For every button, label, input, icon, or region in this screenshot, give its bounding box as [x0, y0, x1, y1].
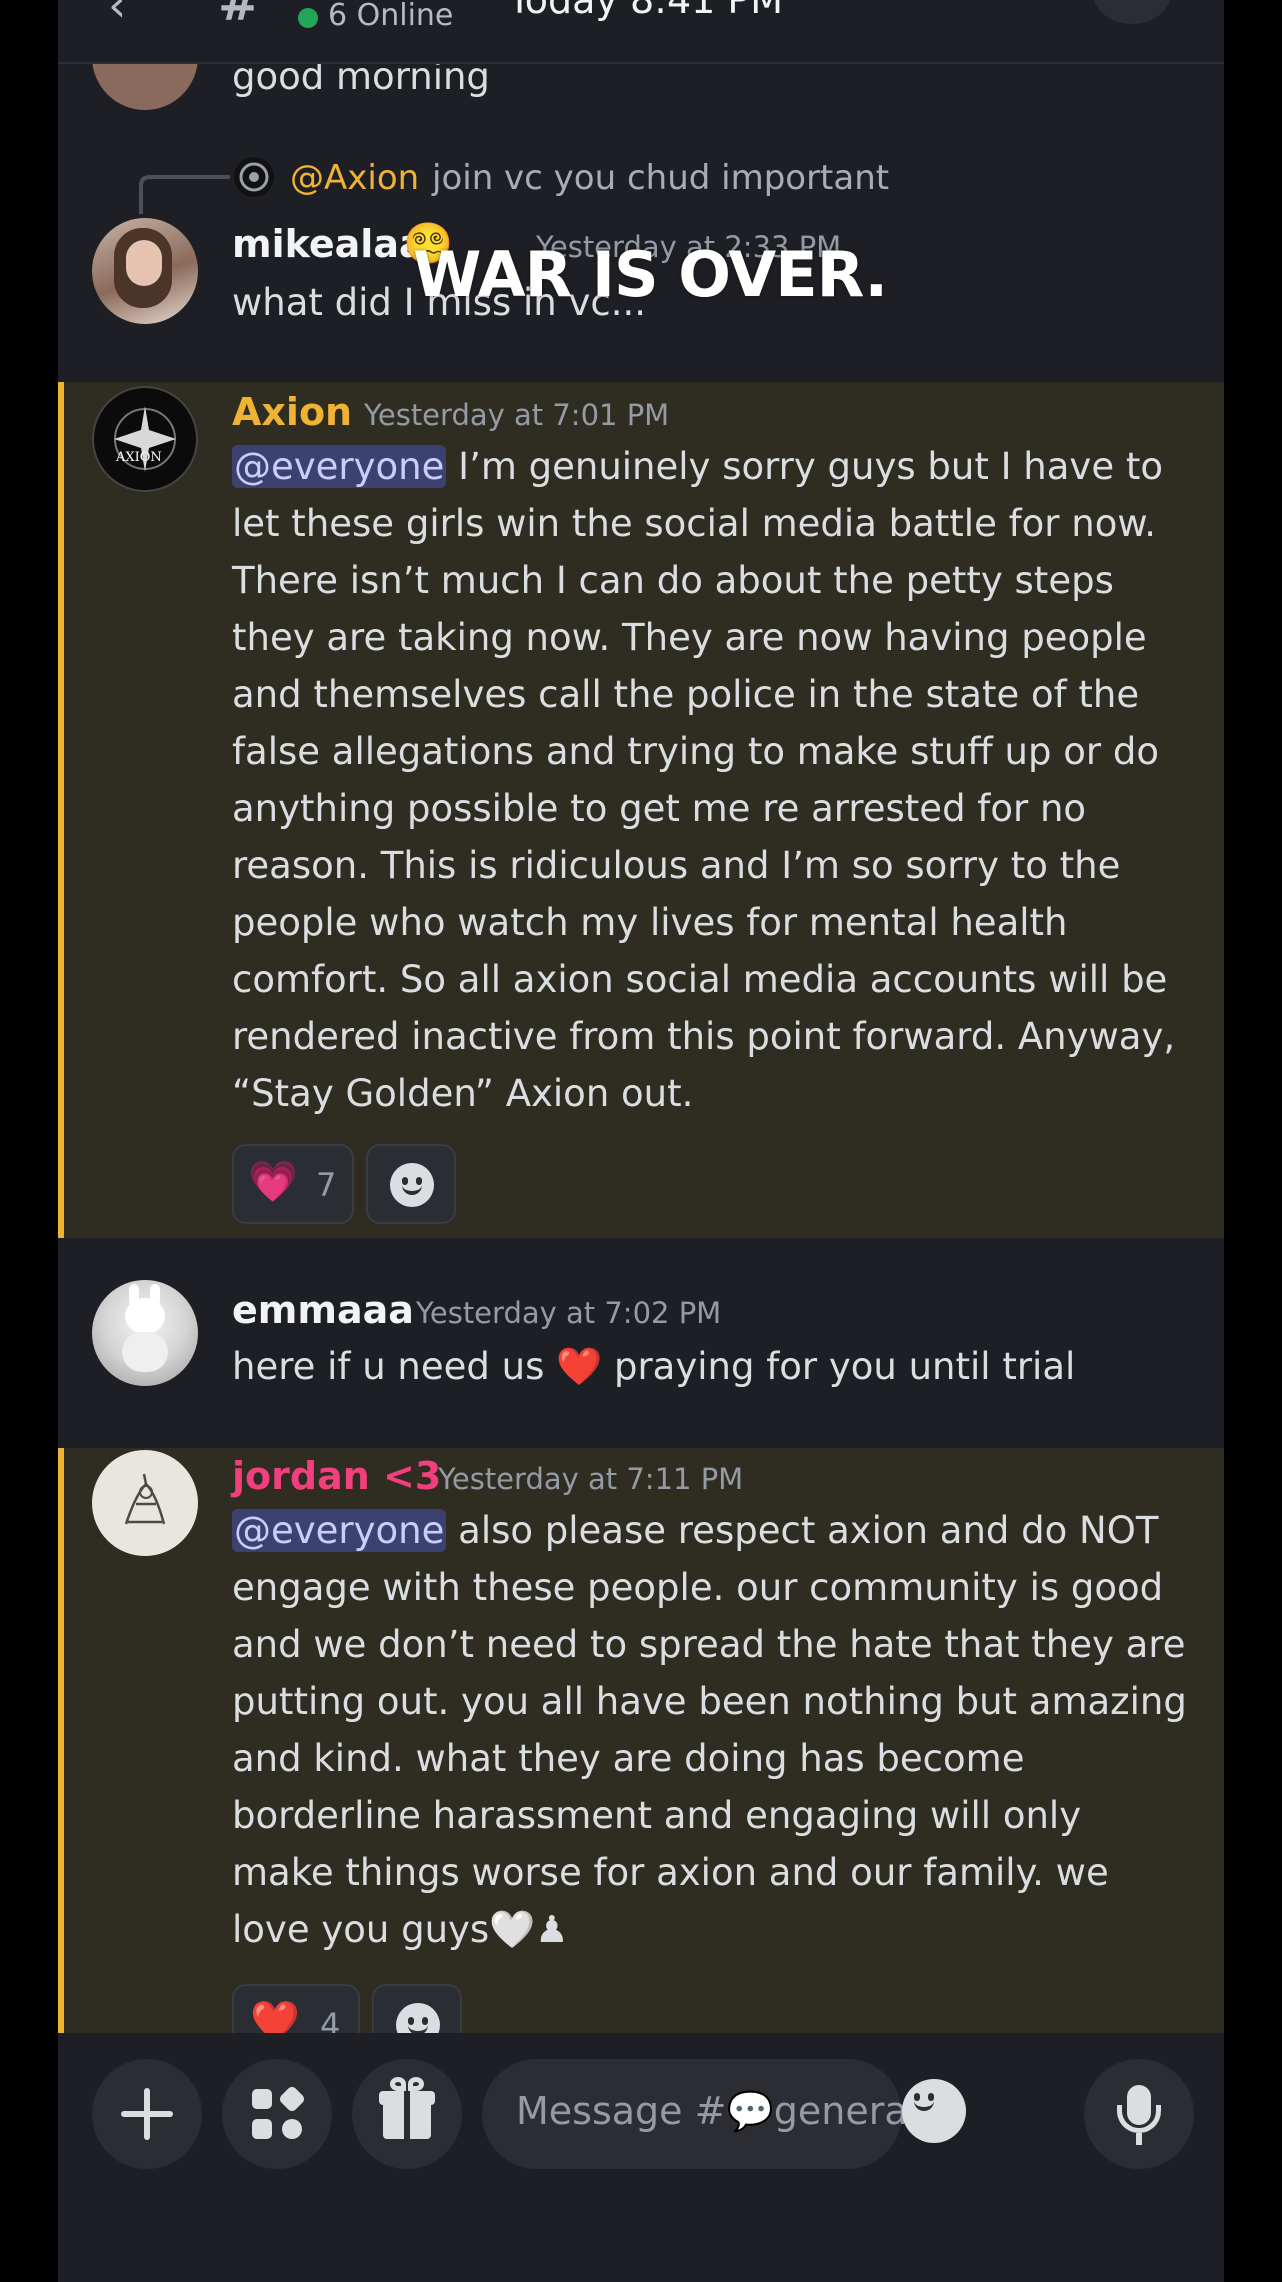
message-input[interactable]: Message #💬general [482, 2059, 918, 2169]
header-time: Today 8:41 PM [508, 0, 784, 22]
username[interactable]: mikealaa [232, 222, 425, 266]
hash-icon: # [218, 0, 260, 32]
mention-everyone[interactable]: @everyone [232, 445, 447, 488]
message-item-highlighted: AXION Axion Yesterday at 7:01 PM @everyo… [58, 382, 1224, 1238]
heart-chess-emoji-icon: 🤍♟ [489, 1908, 569, 1951]
gift-button[interactable] [352, 2059, 462, 2169]
axion-logo-icon [114, 406, 176, 472]
message-item: good morning [58, 4, 1224, 122]
emoji-icon [902, 2079, 966, 2143]
speech-bubble-icon: 💬 [726, 2089, 774, 2133]
timestamp: Yesterday at 7:01 PM [364, 398, 670, 432]
message-body: also please respect axion and do NOT eng… [232, 1509, 1187, 1951]
avatar-label: AXION [116, 450, 162, 465]
timestamp: Yesterday at 7:02 PM [416, 1296, 722, 1330]
reply-avatar-icon [234, 157, 274, 197]
mention-everyone[interactable]: @everyone [232, 1509, 447, 1552]
heart-icon: ❤️ [556, 1345, 603, 1388]
timestamp: Yesterday at 7:11 PM [438, 1462, 744, 1496]
voice-message-button[interactable] [1084, 2059, 1194, 2169]
avatar[interactable] [92, 1280, 198, 1386]
back-arrow-icon[interactable]: ‹ [108, 0, 126, 32]
message-item: emmaaa Yesterday at 7:02 PM here if u ne… [58, 1238, 1224, 1448]
sketch-drawing-icon [124, 1473, 166, 1525]
channel-header: ‹ # 6 Online Today 8:41 PM [58, 0, 1224, 64]
add-attachment-button[interactable] [92, 2059, 202, 2169]
emoji-icon [390, 1163, 434, 1207]
message-text: here if u need us ❤️ praying for you unt… [232, 1338, 1192, 1395]
search-button[interactable] [1093, 0, 1171, 24]
message-text: @everyone I’m genuinely sorry guys but I… [232, 438, 1192, 1122]
reply-text: join vc you chud important [432, 158, 890, 198]
plus-icon-stroke [144, 2088, 150, 2140]
reply-connector-icon [139, 175, 230, 214]
online-status-dot [298, 8, 318, 28]
message-composer: Message #💬general [58, 2033, 1224, 2282]
avatar[interactable] [92, 1450, 198, 1556]
reaction-chip[interactable]: 💗 7 [232, 1144, 354, 1224]
avatar[interactable] [92, 218, 198, 324]
chat-app: ‹ # 6 Online Today 8:41 PM good morning … [58, 0, 1224, 2282]
heart-icon: 💗 [248, 1159, 298, 1205]
message-input-placeholder: Message #💬general [516, 2089, 919, 2133]
username[interactable]: jordan <3 [232, 1454, 441, 1498]
video-caption-overlay: WAR IS OVER. [413, 238, 888, 311]
message-text: @everyone also please respect axion and … [232, 1502, 1192, 1958]
online-count: 6 Online [328, 0, 454, 33]
username[interactable]: Axion [232, 390, 352, 434]
message-body: here if u need us [232, 1345, 557, 1388]
apps-button[interactable] [222, 2059, 332, 2169]
avatar[interactable]: AXION [92, 386, 198, 492]
message-body: I’m genuinely sorry guys but I have to l… [232, 445, 1176, 1115]
reaction-count: 7 [316, 1166, 337, 1204]
username[interactable]: emmaaa [232, 1288, 414, 1332]
message-body: praying for you until trial [602, 1345, 1076, 1388]
reply-mention[interactable]: @Axion [290, 158, 419, 198]
message-item-highlighted: jordan <3 Yesterday at 7:11 PM @everyone… [58, 1448, 1224, 2064]
add-reaction-button[interactable] [366, 1144, 456, 1224]
